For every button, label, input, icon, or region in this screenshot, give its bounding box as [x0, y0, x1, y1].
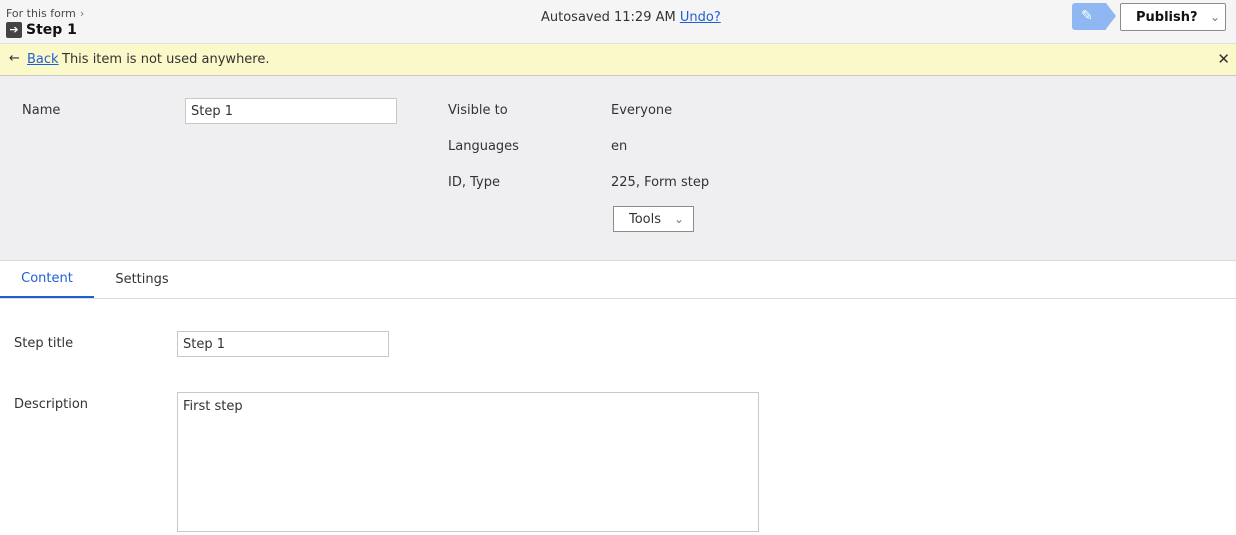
breadcrumb-label[interactable]: For this form [6, 7, 76, 20]
publish-label[interactable]: Publish? [1121, 10, 1205, 25]
arrow-left-icon[interactable]: ← [9, 51, 20, 66]
id-type-label: ID, Type [448, 175, 500, 190]
name-label: Name [22, 103, 61, 118]
visible-to-label: Visible to [448, 103, 508, 118]
breadcrumb[interactable]: For this form › [6, 7, 84, 20]
visible-to-value: Everyone [611, 103, 673, 118]
tools-label[interactable]: Tools [614, 212, 674, 227]
name-input[interactable] [185, 98, 397, 124]
languages-label: Languages [448, 139, 519, 154]
undo-link[interactable]: Undo? [680, 10, 721, 25]
back-link[interactable]: Back [27, 52, 59, 67]
autosave-text: Autosaved 11:29 AM [541, 10, 676, 25]
pencil-icon: ✎ [1081, 8, 1093, 24]
notice-bar: ← Back This item is not used anywhere. ✕ [0, 44, 1236, 76]
tools-dropdown[interactable]: Tools ⌄ [613, 206, 694, 232]
info-panel: Name Visible to Everyone Languages en ID… [0, 76, 1236, 261]
tab-bar: Content Settings [0, 261, 1236, 299]
languages-value: en [611, 139, 628, 154]
step-title-input[interactable] [177, 331, 389, 357]
edit-button-tip [1106, 3, 1116, 29]
chevron-down-icon[interactable]: ⌄ [1205, 10, 1225, 24]
autosave-status: Autosaved 11:29 AM Undo? [541, 10, 721, 25]
top-bar: For this form › ➔ Step 1 Autosaved 11:29… [0, 0, 1236, 44]
edit-button[interactable]: ✎ [1072, 3, 1116, 30]
tab-settings[interactable]: Settings [94, 261, 190, 298]
close-icon[interactable]: ✕ [1217, 50, 1230, 68]
id-type-value: 225, Form step [611, 175, 710, 190]
notice-message: This item is not used anywhere. [62, 52, 270, 67]
step-title-label: Step title [14, 336, 74, 351]
chevron-right-icon: › [79, 7, 85, 20]
chevron-down-icon[interactable]: ⌄ [674, 212, 684, 226]
publish-button[interactable]: Publish? ⌄ [1120, 3, 1226, 31]
description-textarea[interactable]: First step [177, 392, 759, 532]
title-row: ➔ Step 1 [6, 22, 77, 38]
page-title: Step 1 [26, 22, 77, 38]
form-step-icon: ➔ [6, 22, 22, 38]
tab-content[interactable]: Content [0, 261, 94, 298]
description-label: Description [14, 397, 89, 412]
